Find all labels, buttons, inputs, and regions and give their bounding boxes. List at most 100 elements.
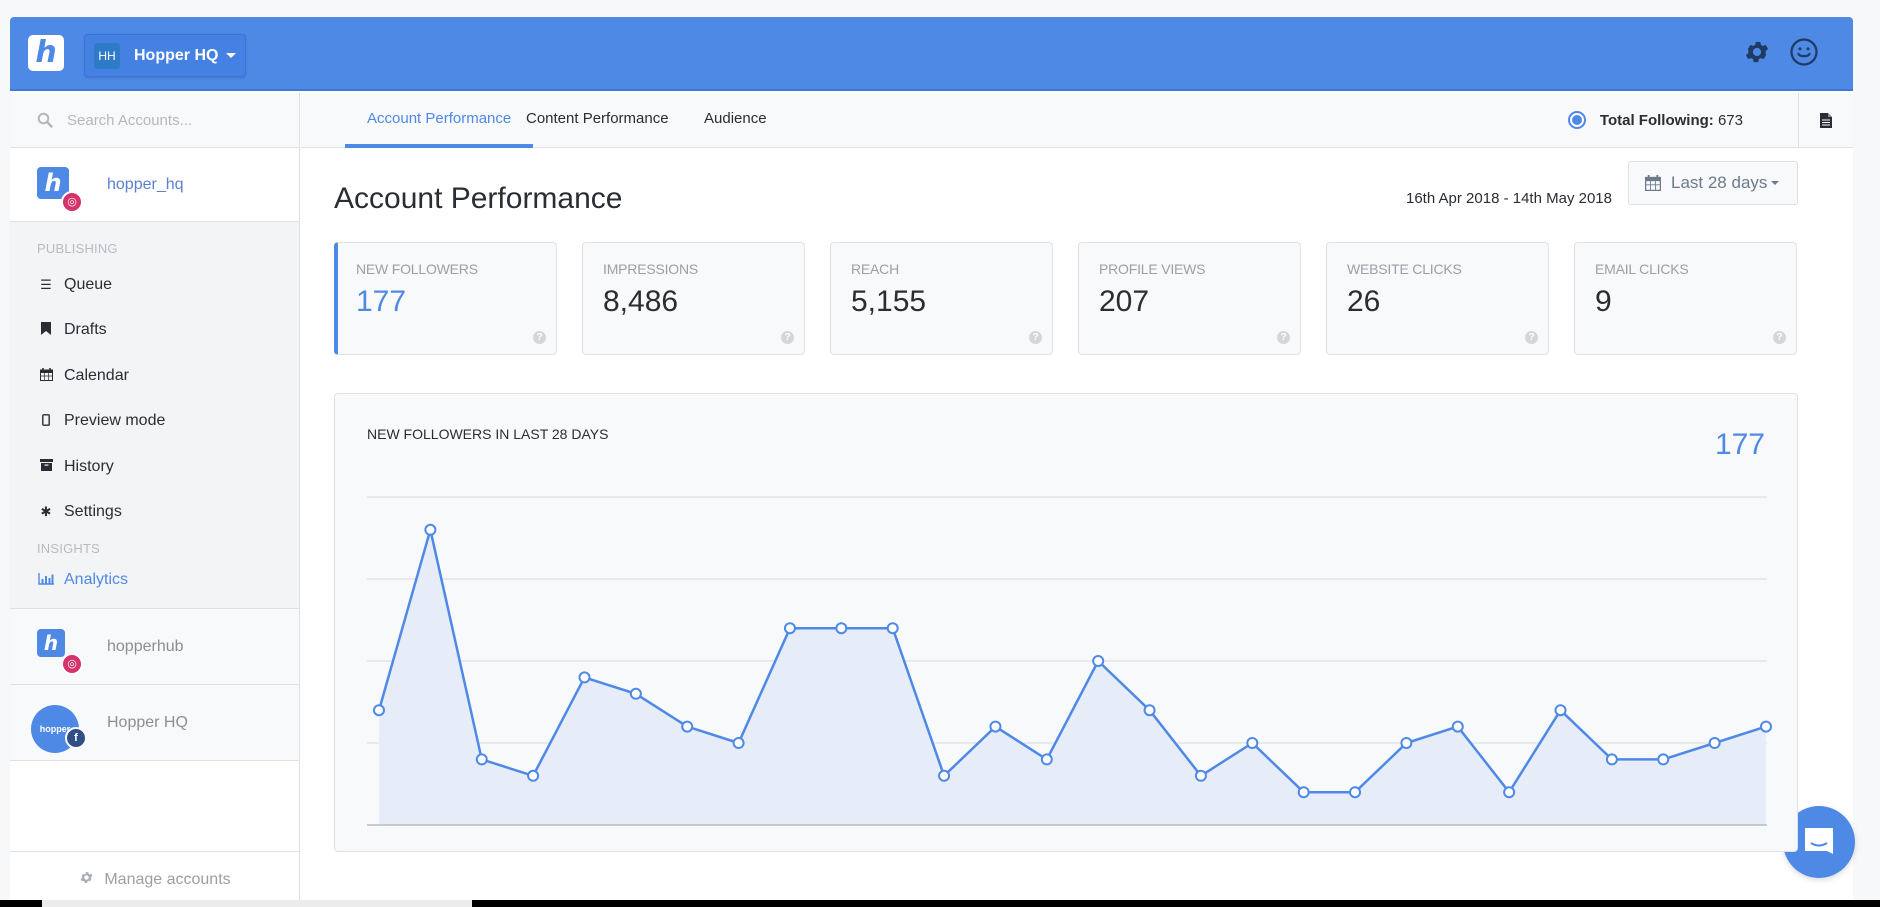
sidebar: h ◎ hopper_hq PUBLISHING ☰ Queue Drafts C… (10, 93, 300, 907)
data-point[interactable] (527, 769, 540, 782)
metric-card-new-followers[interactable]: NEW FOLLOWERS 177 ? (334, 242, 557, 355)
sidebar-item-analytics[interactable]: Analytics (10, 562, 299, 598)
data-point[interactable] (938, 769, 951, 782)
calendar-icon (37, 367, 55, 384)
data-point[interactable] (578, 671, 591, 684)
instagram-icon: ◎ (61, 190, 83, 213)
sidebar-item-label: Preview mode (64, 412, 166, 430)
data-point[interactable] (1605, 753, 1618, 766)
sidebar-item-history[interactable]: History (10, 444, 299, 490)
data-point[interactable] (1246, 737, 1259, 749)
help-icon[interactable]: ? (1525, 331, 1538, 344)
metric-card-impressions[interactable]: IMPRESSIONS 8,486 ? (582, 242, 805, 355)
data-point[interactable] (1349, 786, 1362, 799)
metric-label: PROFILE VIEWS (1099, 261, 1206, 277)
metric-card-website-clicks[interactable]: WEBSITE CLICKS 26 ? (1326, 242, 1549, 355)
account-name: hopperhub (107, 637, 184, 655)
sidebar-item-label: Analytics (64, 571, 129, 588)
metric-card-email-clicks[interactable]: EMAIL CLICKS 9 ? (1574, 242, 1797, 355)
data-point[interactable] (886, 622, 899, 635)
data-point[interactable] (1503, 786, 1516, 799)
period-select-value: Last 28 days (1671, 173, 1768, 192)
data-point[interactable] (989, 720, 1002, 733)
account-avatar: h ◎ (37, 628, 83, 675)
hopper-logo[interactable]: h (28, 35, 64, 71)
data-point[interactable] (629, 687, 642, 700)
data-point[interactable] (1554, 704, 1567, 717)
data-point[interactable] (835, 622, 848, 635)
metric-value: 9 (1595, 285, 1612, 318)
data-point[interactable] (1092, 655, 1105, 667)
date-range-label: 16th Apr 2018 - 14th May 2018 (1406, 190, 1612, 207)
account-item-active[interactable]: h ◎ hopper_hq (10, 148, 299, 222)
tab-audience[interactable]: Audience (682, 93, 789, 148)
new-followers-chart (367, 496, 1772, 826)
data-point[interactable] (1657, 753, 1670, 766)
help-icon[interactable]: ? (1029, 331, 1042, 344)
data-point[interactable] (1297, 786, 1310, 799)
manage-accounts-label: Manage accounts (104, 870, 231, 888)
data-point[interactable] (783, 622, 796, 635)
smiley-icon[interactable] (1789, 37, 1819, 67)
data-point[interactable] (1760, 720, 1772, 733)
sidebar-menu: PUBLISHING ☰ Queue Drafts Calendar Previe… (10, 222, 299, 609)
data-point[interactable] (1708, 737, 1721, 749)
account-item-hopper-hq-facebook[interactable]: hopper f Hopper HQ (10, 685, 299, 761)
data-point[interactable] (681, 720, 694, 733)
help-icon[interactable]: ? (781, 331, 794, 344)
account-avatar: HH (94, 42, 120, 69)
sidebar-item-drafts[interactable]: Drafts (10, 308, 299, 354)
menu-section-title: PUBLISHING (37, 241, 118, 256)
chevron-down-icon (226, 53, 237, 58)
metric-card-reach[interactable]: REACH 5,155 ? (830, 242, 1053, 355)
sidebar-item-label: History (64, 457, 114, 475)
account-switcher-button[interactable]: HH Hopper HQ (84, 34, 246, 77)
export-report-button[interactable] (1798, 93, 1853, 148)
manage-accounts-button[interactable]: Manage accounts (10, 851, 300, 907)
data-point[interactable] (1143, 704, 1156, 717)
search-icon (37, 112, 53, 128)
metric-card-profile-views[interactable]: PROFILE VIEWS 207 ? (1078, 242, 1301, 355)
calendar-icon (1645, 175, 1661, 191)
data-point[interactable] (1400, 737, 1413, 749)
metric-label: EMAIL CLICKS (1595, 261, 1689, 277)
total-following-value: 673 (1717, 111, 1743, 129)
sidebar-item-calendar[interactable]: Calendar (10, 353, 299, 399)
instagram-icon: ◎ (61, 652, 83, 675)
account-avatar: h ◎ (37, 166, 83, 213)
sidebar-item-queue[interactable]: ☰ Queue (10, 262, 299, 308)
metric-label: REACH (851, 261, 900, 277)
data-point[interactable] (475, 753, 488, 766)
bookmark-icon (37, 322, 55, 338)
metric-value: 8,486 (603, 285, 679, 318)
data-point[interactable] (373, 704, 385, 717)
help-icon[interactable]: ? (533, 331, 546, 344)
data-point[interactable] (424, 523, 437, 536)
sidebar-item-settings[interactable]: ✱ Settings (10, 490, 299, 536)
tab-content-performance[interactable]: Content Performance (504, 93, 691, 148)
file-icon (1820, 113, 1832, 128)
account-item-hopperhub[interactable]: h ◎ hopperhub (10, 609, 299, 685)
new-followers-chart-panel: NEW FOLLOWERS IN LAST 28 DAYS 177 (334, 393, 1798, 852)
metric-cards: NEW FOLLOWERS 177 ? IMPRESSIONS 8,486 ? … (334, 242, 1797, 355)
metric-label: WEBSITE CLICKS (1347, 261, 1462, 277)
chevron-down-icon (1771, 181, 1780, 185)
sidebar-item-preview-mode[interactable]: Preview mode (10, 399, 299, 445)
account-search-input[interactable] (67, 111, 267, 129)
account-name: Hopper HQ (107, 713, 188, 731)
data-point[interactable] (732, 737, 745, 749)
data-point[interactable] (1040, 753, 1053, 766)
account-avatar: hopper f (31, 704, 87, 753)
help-icon[interactable]: ? (1773, 331, 1786, 344)
period-select[interactable]: Last 28 days (1628, 161, 1798, 205)
data-point[interactable] (1451, 720, 1464, 733)
top-bar: h HH Hopper HQ (10, 17, 1853, 91)
metric-value: 207 (1099, 285, 1150, 318)
list-icon: ☰ (40, 276, 52, 292)
gear-icon[interactable] (1743, 38, 1771, 66)
help-icon[interactable]: ? (1277, 331, 1290, 344)
data-point[interactable] (1194, 769, 1207, 782)
gear-icon (79, 870, 94, 890)
account-name: hopper_hq (107, 175, 184, 193)
menu-section-title: INSIGHTS (37, 541, 100, 556)
